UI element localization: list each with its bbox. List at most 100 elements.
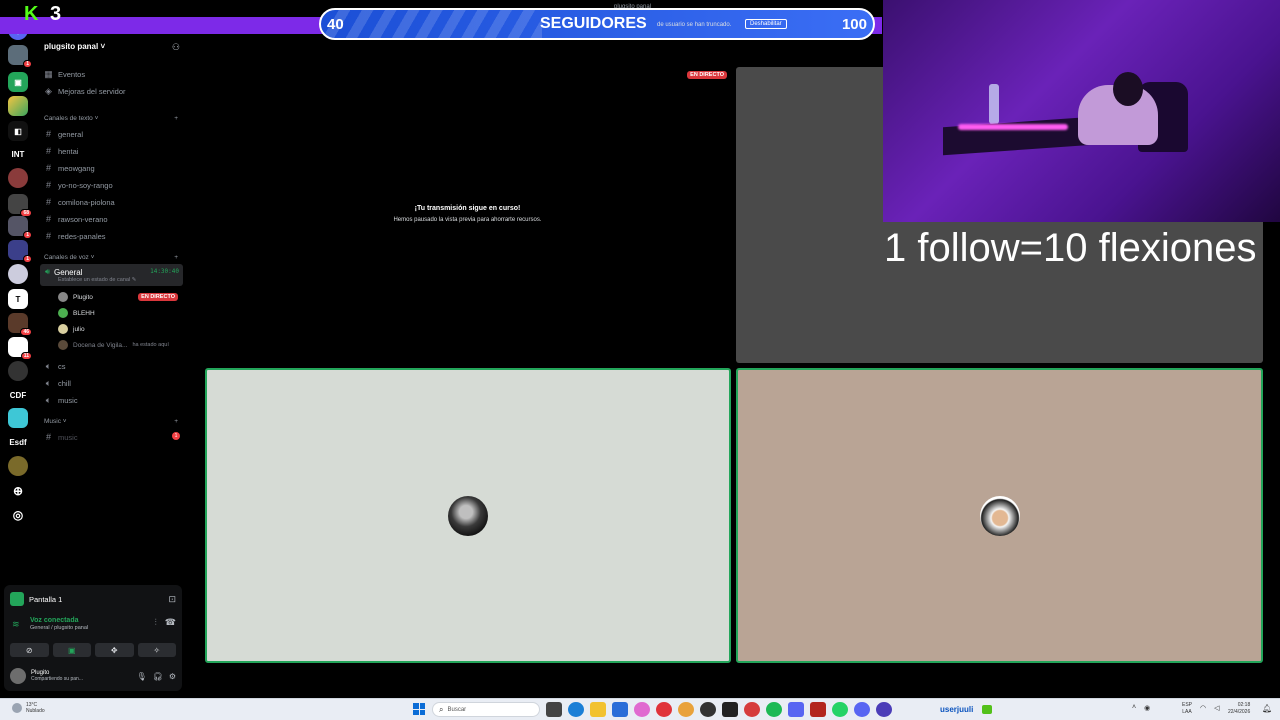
paused-subtitle: Hemos pausado la vista previa para ahorr…	[393, 217, 542, 223]
discover-icon[interactable]: ◎	[8, 505, 28, 525]
server-cdf[interactable]: CDF	[8, 385, 28, 405]
server-icon-10[interactable]: T	[8, 289, 28, 309]
channel-status[interactable]: Establece un estado de canal ✎	[58, 277, 136, 283]
server-icon-8[interactable]: 1	[8, 240, 32, 263]
app-icon[interactable]	[810, 702, 826, 717]
channel-comilona-piolona[interactable]: # comilona-piolona	[44, 197, 115, 207]
voice-member[interactable]: BLEHH	[58, 308, 95, 318]
add-server-icon[interactable]: ⊕	[8, 481, 28, 501]
server-icon-6[interactable]: 68	[8, 194, 32, 217]
clock[interactable]: 02:18 22/4/2026	[1228, 702, 1250, 716]
category-voice[interactable]: Canales de voz ˅ +	[44, 254, 178, 261]
add-channel-icon[interactable]: +	[174, 418, 178, 425]
task-view-icon[interactable]	[546, 702, 562, 717]
server-icon-1[interactable]: 1	[8, 45, 32, 68]
voice-member[interactable]: Plugito EN DIRECTO	[58, 292, 178, 302]
server-name[interactable]: plugsito panal ˅	[44, 42, 105, 51]
server-icon-7[interactable]: 1	[8, 216, 32, 239]
channel-redes-panales[interactable]: # redes-panales	[44, 231, 106, 241]
paused-title: ¡Tu transmisión sigue en curso!	[414, 205, 521, 212]
app-icon[interactable]	[722, 702, 738, 717]
add-channel-icon[interactable]: +	[174, 115, 178, 122]
voice-channel-general[interactable]: 🔊︎ General 14:30:40 Establece un estado d…	[40, 264, 183, 286]
participant-tile[interactable]	[205, 368, 731, 663]
invite-icon[interactable]: ⚇	[172, 42, 180, 53]
noise-suppression-icon[interactable]: ⫶	[155, 617, 157, 628]
server-icon-9[interactable]	[8, 264, 28, 284]
disconnect-icon[interactable]: ☎	[165, 617, 176, 628]
server-icon-5[interactable]	[8, 168, 28, 188]
channel-yo-no-soy-rango[interactable]: # yo-no-soy-rango	[44, 180, 113, 190]
folder-icon[interactable]	[590, 702, 606, 717]
overlay-caption: 1 follow=10 flexiones	[884, 226, 1257, 270]
voice-controls: ⊘ ▣ ✥ ✧	[10, 643, 176, 657]
app-tray-icon[interactable]: ◉	[1144, 704, 1150, 712]
search-box[interactable]: ⌕ Buscar	[432, 702, 540, 717]
channel-hentai[interactable]: # hentai	[44, 146, 78, 156]
server-icon-12[interactable]: 11	[8, 337, 32, 360]
store-icon[interactable]	[612, 702, 628, 717]
category-text[interactable]: Canales de texto ˅ +	[44, 115, 178, 122]
wifi-icon[interactable]: ◠	[1200, 704, 1206, 712]
discord-icon[interactable]	[788, 702, 804, 717]
activities-button[interactable]: ✥	[95, 643, 134, 657]
category-music[interactable]: Music ˅ +	[44, 418, 178, 425]
gear-icon[interactable]: ⚙	[169, 672, 176, 681]
avatar[interactable]	[10, 668, 26, 684]
stream-tile[interactable]: EN DIRECTO ¡Tu transmisión sigue en curs…	[204, 67, 731, 363]
add-channel-icon[interactable]: +	[174, 254, 178, 261]
server-icon-4[interactable]: ◧	[8, 121, 28, 141]
volume-icon[interactable]: ◁	[1214, 704, 1219, 712]
app-icon[interactable]	[854, 702, 870, 717]
events-link[interactable]: ▦ Eventos	[44, 69, 85, 80]
app-icon[interactable]	[700, 702, 716, 717]
chevron-up-icon[interactable]: ˄	[1132, 704, 1136, 712]
server-esdf[interactable]: Esdf	[8, 432, 28, 452]
server-badge: 1	[23, 60, 32, 68]
opera-icon[interactable]	[656, 702, 672, 717]
camera-off-button[interactable]: ⊘	[10, 643, 49, 657]
microphone-icon[interactable]: 🎙︎	[137, 672, 147, 681]
voice-channel-chill[interactable]: 🔈︎ chill	[44, 378, 71, 389]
voice-channel-music[interactable]: 🔈︎ music	[44, 395, 78, 406]
channel-general[interactable]: # general	[44, 129, 83, 139]
channel-rawson-verano[interactable]: # rawson-verano	[44, 214, 108, 224]
server-icon-3[interactable]	[8, 96, 28, 116]
screen-share-button[interactable]: ▣	[52, 643, 91, 657]
server-icon-2[interactable]: ▣	[8, 72, 28, 92]
server-icon-13[interactable]	[8, 361, 28, 381]
start-button[interactable]	[413, 703, 425, 715]
channel-meowgang[interactable]: # meowgang	[44, 163, 95, 173]
edge-icon[interactable]	[568, 702, 584, 717]
spotify-icon[interactable]	[766, 702, 782, 717]
server-icon-14[interactable]	[8, 408, 28, 428]
notification-icon[interactable]: 🔔︎	[1262, 704, 1272, 713]
weather-widget[interactable]: 13°C Nublado	[12, 702, 45, 714]
channel-music[interactable]: # music	[44, 432, 182, 442]
soundboard-button[interactable]: ✧	[137, 643, 176, 657]
cloud-icon	[12, 703, 22, 713]
server-icon-15[interactable]	[8, 456, 28, 476]
whatsapp-icon[interactable]	[832, 702, 848, 717]
desk-shape	[943, 116, 1093, 156]
app-icon[interactable]	[876, 702, 892, 717]
avatar	[58, 292, 68, 302]
headphones-icon[interactable]: 🎧︎	[153, 672, 163, 681]
voice-channel-cs[interactable]: 🔈︎ cs	[44, 361, 66, 372]
disable-button[interactable]: Deshabilitar	[745, 19, 787, 29]
taskbar-user[interactable]: userjuuli	[940, 705, 973, 714]
boosts-link[interactable]: ◈ Mejoras del servidor	[44, 86, 126, 97]
app-icon[interactable]	[634, 702, 650, 717]
participant-tile[interactable]	[736, 368, 1263, 663]
live-badge: EN DIRECTO	[687, 71, 727, 79]
language-indicator[interactable]: ESP LAA	[1182, 702, 1192, 716]
server-int[interactable]: INT	[8, 144, 28, 164]
speaker-icon: 🔈︎	[45, 378, 52, 388]
stop-stream-icon[interactable]: ⊡	[168, 594, 176, 605]
channel-sidebar: plugsito panal ˅ ⚇ ▦ Eventos ◈ Mejoras del…	[36, 36, 186, 580]
voice-member[interactable]: Docena de Vigila... ha estado aquí	[58, 340, 169, 350]
voice-member[interactable]: julio	[58, 324, 85, 334]
server-icon-11[interactable]: 46	[8, 313, 32, 336]
chrome-icon[interactable]	[678, 702, 694, 717]
app-icon[interactable]	[744, 702, 760, 717]
